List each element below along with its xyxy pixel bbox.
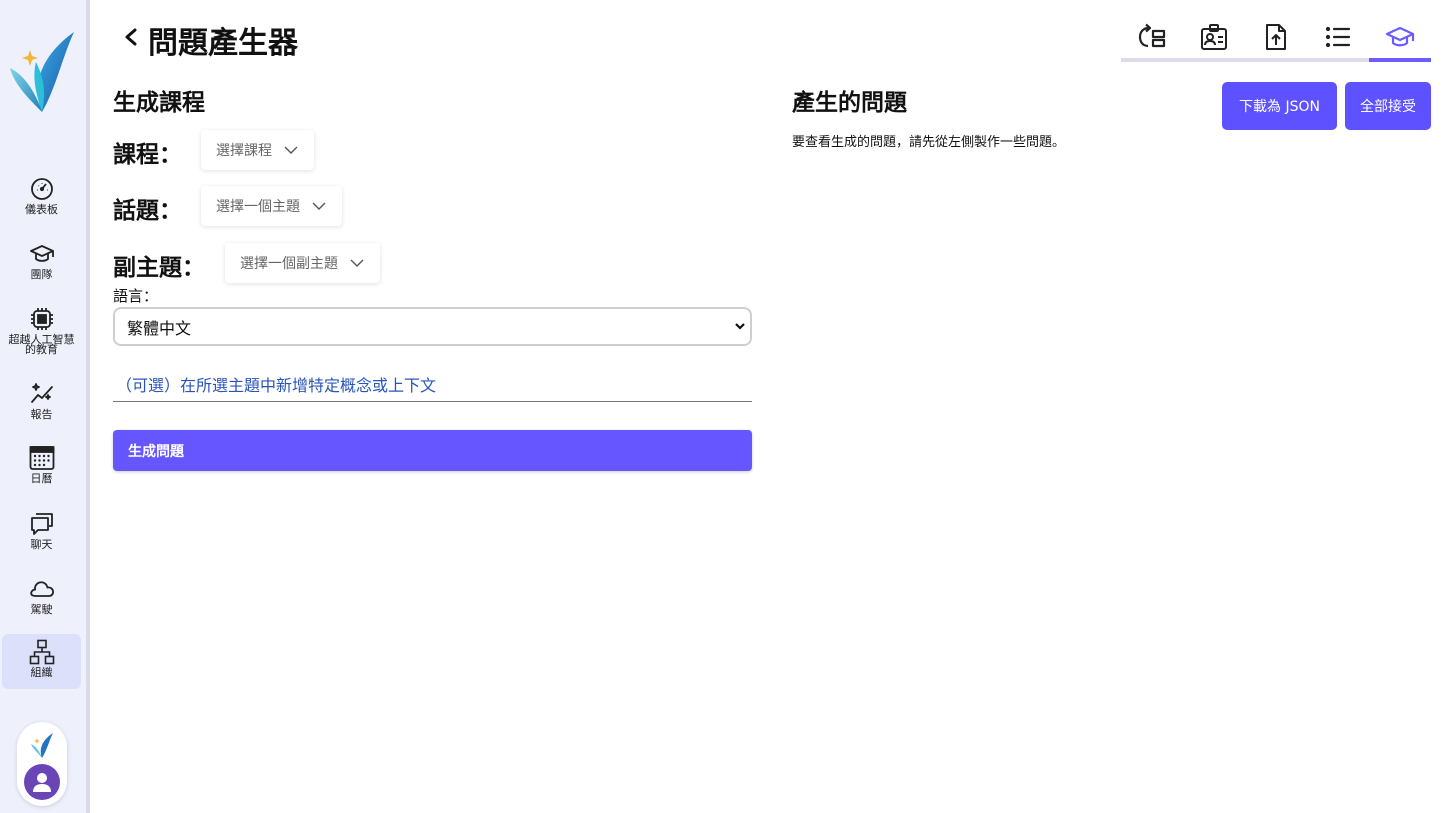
topic-label: 話題： — [113, 198, 182, 224]
page-title: 問題產生器 — [148, 26, 298, 61]
sidebar-item-label: 聊天 — [30, 538, 53, 551]
back-arrow-icon[interactable] — [118, 22, 142, 52]
calendar-icon — [29, 446, 54, 470]
sidebar-item-label: 組織 — [30, 666, 53, 679]
sidebar-item-chat[interactable]: 聊天 — [2, 509, 81, 564]
generated-questions-title: 產生的問題 — [792, 90, 907, 116]
subtopic-dropdown[interactable]: 選擇一個副主題 — [225, 243, 380, 283]
file-upload-icon — [1266, 24, 1286, 50]
sidebar-item-reports[interactable]: 報告 — [2, 379, 81, 434]
sidebar-item-label: 超越人工智慧的教育 — [8, 333, 75, 356]
id-card-icon — [1201, 24, 1227, 50]
app-logo-small — [31, 733, 53, 758]
download-json-button[interactable]: 下載為 JSON — [1222, 82, 1337, 130]
empty-state-hint: 要查看生成的問題，請先從左側製作一些問題。 — [792, 135, 1066, 150]
topic-dropdown[interactable]: 選擇一個主題 — [201, 186, 342, 226]
generate-course-title: 生成課程 — [113, 90, 205, 116]
graduation-cap-icon — [1385, 26, 1415, 47]
course-dropdown-placeholder: 選擇課程 — [216, 143, 272, 159]
subtopic-dropdown-placeholder: 選擇一個副主題 — [240, 256, 338, 272]
sidebar-item-label: 駕駛 — [30, 603, 53, 616]
topic-dropdown-placeholder: 選擇一個主題 — [216, 199, 300, 215]
accept-all-button[interactable]: 全部接受 — [1345, 82, 1431, 130]
language-label: 語言： — [113, 287, 159, 305]
chevron-down-icon — [284, 146, 298, 154]
chip-icon — [30, 308, 53, 330]
sidebar: 儀表板 團隊 超越人工智慧的教育 報告 日曆 聊天 駕駛 組織 — [0, 0, 90, 813]
generate-questions-button[interactable]: 生成問題 — [113, 430, 752, 471]
toolbar-active-indicator — [1369, 58, 1431, 62]
context-input-placeholder: （可選）在所選主題中新增特定概念或上下文 — [116, 376, 437, 395]
dashboard-gauge-icon — [30, 178, 53, 200]
generate-questions-label: 生成問題 — [128, 443, 184, 460]
toolbar-course-button[interactable] — [1369, 16, 1431, 58]
sidebar-item-label: 團隊 — [30, 268, 53, 281]
profile-card[interactable] — [17, 722, 67, 806]
language-select-value: 繁體中文 — [127, 318, 192, 338]
chat-icon — [30, 513, 53, 535]
list-icon — [1325, 26, 1351, 48]
app-logo[interactable] — [8, 28, 76, 114]
sidebar-item-organization[interactable]: 組織 — [2, 634, 81, 689]
sidebar-item-ai-education[interactable]: 超越人工智慧的教育 — [2, 304, 81, 359]
user-icon — [33, 773, 51, 792]
refresh-layout-icon — [1138, 23, 1166, 48]
sidebar-item-drive[interactable]: 駕駛 — [2, 574, 81, 629]
toolbar-id-card-button[interactable] — [1183, 16, 1245, 58]
subtopic-label: 副主題： — [113, 255, 205, 281]
toolbar — [1121, 16, 1431, 62]
chevron-down-icon — [312, 202, 326, 210]
toolbar-list-button[interactable] — [1307, 16, 1369, 58]
user-avatar[interactable] — [24, 764, 60, 800]
course-dropdown[interactable]: 選擇課程 — [201, 130, 314, 170]
download-json-label: 下載為 JSON — [1239, 99, 1320, 115]
sidebar-item-dashboard[interactable]: 儀表板 — [2, 174, 81, 229]
context-input[interactable]: （可選）在所選主題中新增特定概念或上下文 — [113, 372, 752, 402]
toolbar-upload-button[interactable] — [1245, 16, 1307, 58]
language-select[interactable]: 繁體中文 — [113, 307, 752, 346]
chevron-down-icon — [350, 259, 364, 267]
sidebar-item-label: 日曆 — [30, 472, 53, 485]
accept-all-label: 全部接受 — [1360, 99, 1416, 115]
chevron-down-icon — [735, 323, 745, 330]
sidebar-item-calendar[interactable]: 日曆 — [2, 443, 81, 498]
sidebar-item-label: 報告 — [30, 408, 53, 421]
sparkles-icon — [30, 383, 53, 403]
org-chart-icon — [29, 639, 54, 665]
sidebar-item-label: 儀表板 — [25, 203, 58, 216]
sidebar-item-team[interactable]: 團隊 — [2, 239, 81, 294]
cloud-icon — [29, 581, 54, 597]
graduation-cap-icon — [29, 245, 54, 262]
toolbar-refresh-button[interactable] — [1121, 16, 1183, 58]
course-label: 課程： — [113, 142, 182, 168]
